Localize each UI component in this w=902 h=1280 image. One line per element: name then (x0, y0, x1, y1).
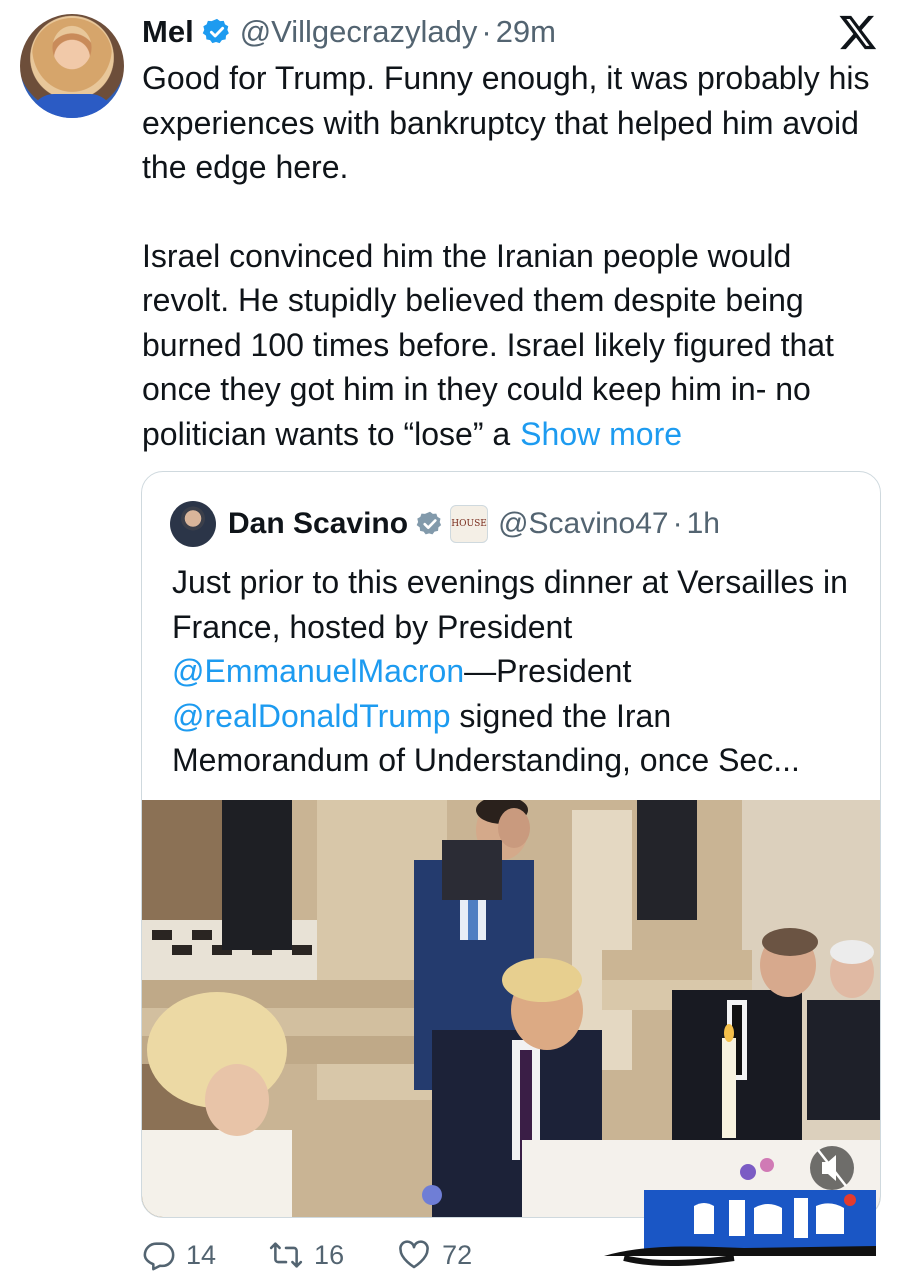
gray-verified-badge-icon (416, 511, 442, 535)
tweet-screenshot: Mel @Villgecrazylady · 29m Good for Trum… (0, 0, 902, 1280)
quoted-author-avatar[interactable] (170, 501, 216, 547)
author-name[interactable]: Mel (142, 14, 194, 50)
reply-button[interactable]: 14 (142, 1238, 216, 1272)
quoted-tweet-card[interactable]: Dan Scavino HOUSE @Scavino47 · 1h Just p… (141, 471, 881, 1218)
post-paragraph-1: Good for Trump. Funny enough, it was pro… (142, 60, 870, 185)
repost-icon (269, 1242, 303, 1268)
verified-badge-icon (202, 18, 229, 44)
affiliate-badge-icon[interactable]: HOUSE (450, 505, 489, 543)
reply-count: 14 (186, 1239, 217, 1270)
author-handle[interactable]: @Villgecrazylady (240, 14, 478, 50)
x-logo-icon (839, 15, 877, 50)
quoted-author-name[interactable]: Dan Scavino (228, 507, 408, 541)
mention-link[interactable]: @EmmanuelMacron (172, 653, 464, 689)
repost-count: 16 (314, 1239, 345, 1270)
quoted-author-handle[interactable]: @Scavino47 (498, 507, 669, 541)
post-paragraph-2: Israel convinced him the Iranian people … (142, 237, 834, 452)
quoted-tweet-text: Just prior to this evenings dinner at Ve… (172, 564, 848, 778)
like-button[interactable]: 72 (396, 1238, 472, 1272)
post-time[interactable]: 29m (496, 14, 556, 50)
mention-link[interactable]: @realDonaldTrump (172, 698, 451, 734)
watermark-logo (604, 1190, 876, 1266)
quoted-post-time[interactable]: 1h (687, 507, 720, 541)
reply-icon (143, 1242, 175, 1271)
post-body: Good for Trump. Funny enough, it was pro… (142, 56, 882, 456)
repost-button[interactable]: 16 (268, 1238, 344, 1272)
show-more-link[interactable]: Show more (520, 416, 682, 452)
like-icon (399, 1240, 429, 1269)
mute-icon (810, 1146, 854, 1190)
separator-dot: · (481, 14, 492, 49)
quoted-tweet-header: Dan Scavino HOUSE @Scavino47 · 1h (170, 500, 720, 548)
like-count: 72 (442, 1239, 473, 1270)
separator-dot: · (672, 507, 683, 540)
post-actions: 14 16 72 (142, 1230, 524, 1280)
post-header: Mel @Villgecrazylady · 29m (142, 12, 556, 52)
author-avatar[interactable] (20, 14, 124, 118)
quoted-tweet-photo[interactable] (142, 800, 880, 1217)
